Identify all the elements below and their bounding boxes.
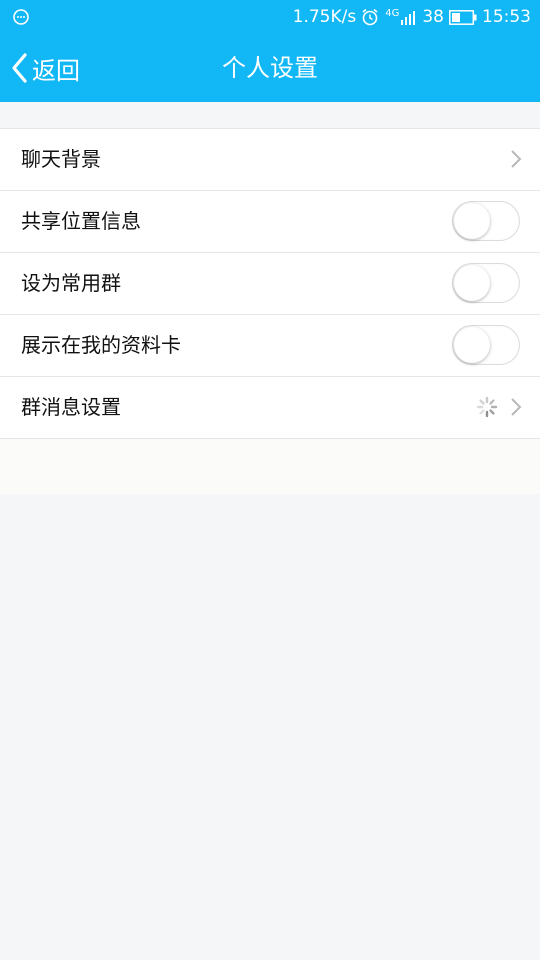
page-title: 个人设置 (222, 54, 318, 82)
title-bar: 返回 个人设置 (0, 34, 540, 102)
status-bar: 1.75K/s 4G 38 15:53 (0, 0, 540, 34)
network-type: 4G (385, 7, 400, 19)
net-speed: 1.75K/s (292, 7, 357, 27)
alarm-clock-icon (362, 8, 378, 26)
screen: 1.75K/s 4G 38 15:53 返回 个人设置 聊天背景 共享位置信息 … (0, 0, 540, 960)
setting-label: 展示在我的资料卡 (21, 333, 181, 357)
setting-group-message[interactable]: 群消息设置 (0, 377, 540, 439)
signal-icon (401, 11, 416, 25)
back-button[interactable]: 返回 (10, 34, 80, 102)
toggle-knob (454, 203, 490, 239)
chat-bubble-icon (13, 9, 29, 25)
toggle-knob (454, 327, 490, 363)
chevron-right-icon (511, 398, 522, 416)
setting-show-on-profile: 展示在我的资料卡 (0, 315, 540, 377)
loading-spinner-icon (476, 396, 498, 418)
battery-level: 38 (422, 7, 444, 27)
chevron-left-icon (12, 53, 27, 83)
setting-label: 共享位置信息 (21, 209, 141, 233)
status-right: 1.75K/s 4G 38 15:53 (288, 0, 531, 34)
setting-label: 聊天背景 (21, 147, 101, 171)
setting-label: 群消息设置 (21, 395, 121, 419)
settings-list: 聊天背景 共享位置信息 设为常用群 展示在我的资料卡 群消息设置 (0, 128, 540, 439)
clock: 15:53 (482, 7, 531, 27)
back-label: 返回 (32, 56, 80, 85)
setting-chat-background[interactable]: 聊天背景 (0, 129, 540, 191)
setting-share-location: 共享位置信息 (0, 191, 540, 253)
share-location-toggle[interactable] (452, 201, 520, 241)
chevron-right-icon (511, 150, 522, 168)
frequent-group-toggle[interactable] (452, 263, 520, 303)
show-on-profile-toggle[interactable] (452, 325, 520, 365)
footer-space (0, 439, 540, 494)
toggle-knob (454, 265, 490, 301)
setting-label: 设为常用群 (21, 271, 121, 295)
setting-frequent-group: 设为常用群 (0, 253, 540, 315)
battery-icon (449, 9, 477, 25)
